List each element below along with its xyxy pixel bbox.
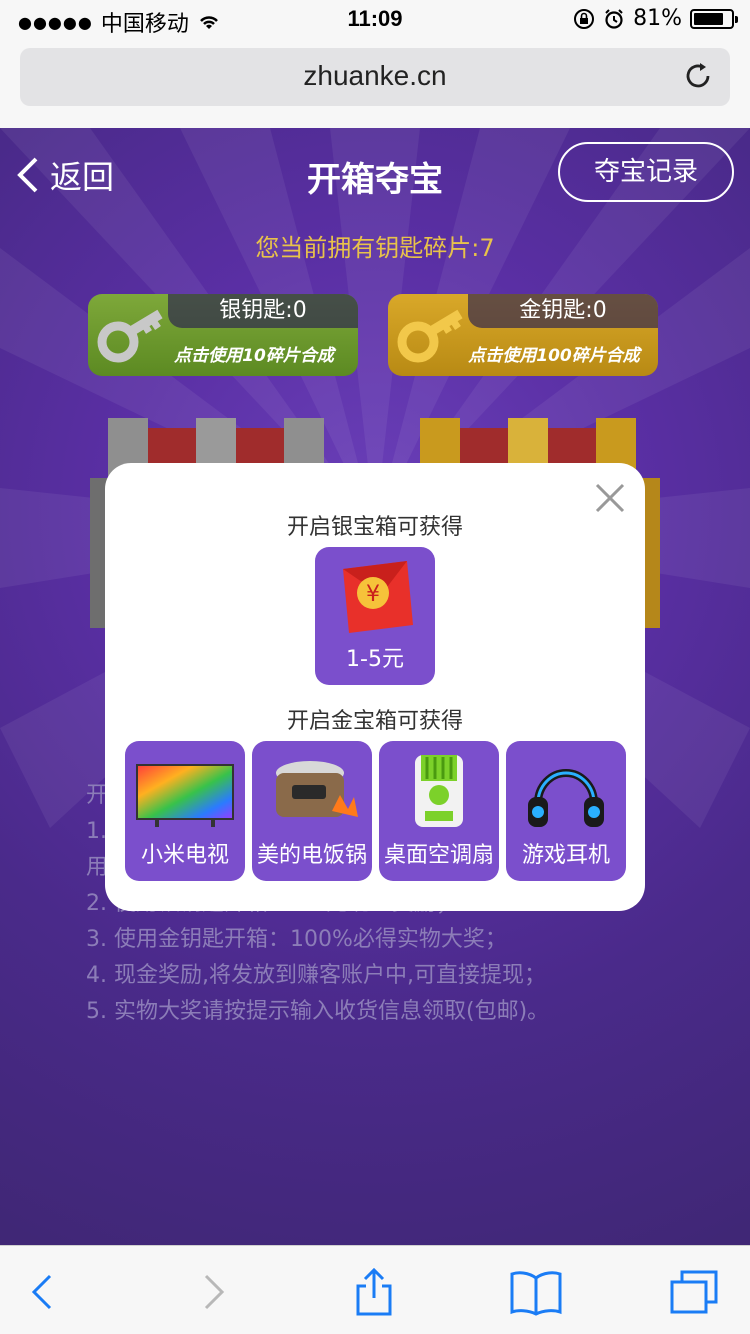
forward-icon[interactable] [188,1268,236,1316]
back-icon[interactable] [20,1268,68,1316]
bookmarks-icon[interactable] [508,1268,564,1316]
prize-tv: 小米电视 [125,741,245,881]
red-envelope-icon: ¥ [343,561,413,633]
address-bar[interactable]: zhuanke.cn [20,48,730,106]
prize-rice-cooker-label: 美的电饭锅 [256,843,367,868]
prize-tv-label: 小米电视 [140,843,229,868]
tabs-icon[interactable] [668,1268,720,1316]
silver-prize-title: 开启银宝箱可获得 [286,515,463,540]
headset-icon [528,769,604,827]
prize-desk-fan: 桌面空调扇 [379,741,499,881]
prize-headset-label: 游戏耳机 [521,843,610,868]
browser-toolbar [0,1245,750,1334]
status-bar: ●●●●● 中国移动 11:09 81% [0,0,750,40]
alarm-icon [605,8,623,29]
gold-prize-title: 开启金宝箱可获得 [286,709,463,734]
svg-text:¥: ¥ [366,582,380,607]
silver-prize-card: ¥ 1-5元 [315,547,435,685]
prize-desk-fan-label: 桌面空调扇 [383,843,494,868]
tv-icon [136,764,234,827]
rotation-lock-icon [574,8,595,29]
prize-rice-cooker: 美的电饭锅 [252,741,372,881]
url-text: zhuanke.cn [303,60,447,91]
prize-headset: 游戏耳机 [506,741,626,881]
gold-prize-grid: 小米电视 美的电饭锅 桌面空调扇 游戏耳机 [125,741,627,881]
share-icon[interactable] [350,1268,398,1316]
battery-percent: 81% [633,6,682,31]
rice-cooker-icon [276,761,358,817]
status-right: 81% [573,6,738,31]
prize-modal: 开启银宝箱可获得 ¥ 1-5元 开启金宝箱可获得 小米电视 美的电饭锅 桌面空调… [105,463,645,911]
silver-prize-label: 1-5元 [346,647,404,672]
desk-fan-icon [415,755,463,827]
reload-icon[interactable] [682,60,714,92]
battery-icon [690,8,738,29]
